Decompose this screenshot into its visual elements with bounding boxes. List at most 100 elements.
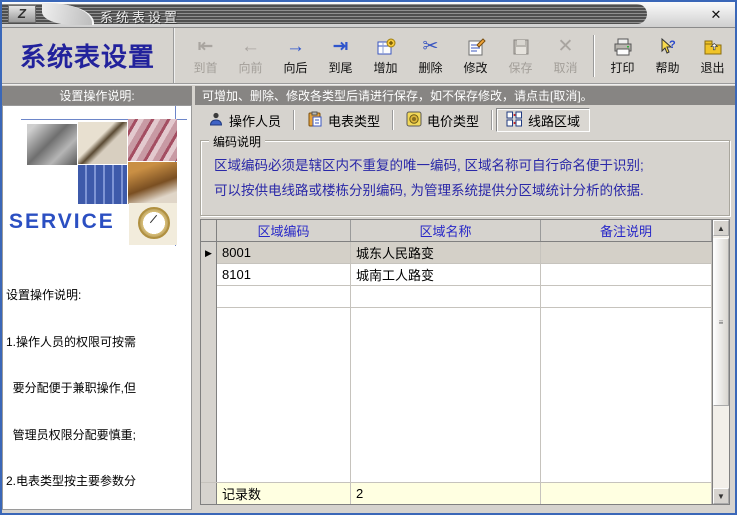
cell-note[interactable]	[541, 242, 712, 264]
toolbar: ⇤ 到首 ← 向前 → 向后 ⇥ 到尾 增加 ✂	[175, 28, 735, 83]
modify-label: 修改	[463, 59, 487, 76]
title-bar: Z 系统表设置 ✕	[2, 2, 735, 28]
column-header-code[interactable]: 区域编码	[217, 220, 351, 241]
scroll-down-icon[interactable]: ▼	[713, 488, 729, 504]
table-row[interactable]: 8101 城南工人路变	[201, 264, 712, 286]
close-icon[interactable]: ✕	[707, 6, 725, 24]
row-selector	[201, 308, 217, 482]
coin-icon	[406, 111, 422, 130]
column-header-name[interactable]: 区域名称	[351, 220, 541, 241]
first-icon: ⇤	[198, 35, 214, 59]
service-collage-image: SERVICE	[3, 106, 191, 254]
exit-label: 退出	[700, 59, 724, 76]
table-footer-row: 记录数 2	[201, 482, 712, 504]
prev-label: 向前	[238, 59, 262, 76]
add-button[interactable]: 增加	[363, 32, 408, 80]
record-count-label: 记录数	[217, 483, 351, 504]
printer-icon	[613, 35, 633, 59]
tab-bar: 操作人员 电表类型 电价类型 线路区域	[195, 106, 735, 134]
next-icon: →	[286, 35, 305, 59]
instruction-line: 设置操作说明:	[6, 288, 190, 304]
footer-selector-cell	[201, 483, 217, 504]
next-label: 向后	[283, 59, 307, 76]
tab-label: 电表类型	[328, 111, 380, 130]
titlebar-stripes	[2, 4, 647, 24]
last-icon: ⇥	[333, 35, 349, 59]
sidebar-header: 设置操作说明:	[2, 86, 192, 105]
table-row[interactable]: ▶ 8001 城东人民路变	[201, 242, 712, 264]
help-button[interactable]: ? 帮助	[645, 32, 690, 80]
delete-button[interactable]: ✂ 删除	[408, 32, 453, 80]
instructions-text: 设置操作说明: 1.操作人员的权限可按需 要分配便于兼职操作,但 管理员权限分配…	[3, 254, 191, 510]
last-button[interactable]: ⇥ 到尾	[318, 32, 363, 80]
svg-text:?: ?	[669, 39, 676, 51]
rulers-photo	[128, 119, 177, 161]
scroll-up-icon[interactable]: ▲	[713, 220, 729, 236]
empty-row	[201, 286, 712, 308]
scrollbar-thumb[interactable]: ≡	[713, 238, 729, 406]
tab-meter-types[interactable]: 电表类型	[298, 108, 389, 132]
row-selector-arrow: ▶	[201, 242, 217, 264]
empty-cell	[541, 308, 712, 482]
scissors-icon: ✂	[423, 35, 439, 59]
row-selector	[201, 286, 217, 308]
help-label: 帮助	[655, 59, 679, 76]
tab-price-types[interactable]: 电价类型	[397, 108, 488, 132]
selector-header-cell	[201, 220, 217, 241]
last-label: 到尾	[328, 59, 352, 76]
save-label: 保存	[508, 59, 532, 76]
tab-separator	[392, 110, 394, 130]
floppy-disk-icon	[511, 35, 531, 59]
print-label: 打印	[610, 59, 634, 76]
instruction-line: 管理员权限分配要慎重;	[6, 428, 190, 444]
instruction-line: 2.电表类型按主要参数分	[6, 474, 190, 490]
column-header-note[interactable]: 备注说明	[541, 220, 712, 241]
print-button[interactable]: 打印	[600, 32, 645, 80]
cell-name[interactable]: 城东人民路变	[351, 242, 541, 264]
person-icon	[208, 111, 224, 130]
modify-button[interactable]: 修改	[453, 32, 498, 80]
delete-label: 删除	[418, 59, 442, 76]
instruction-line: 1.操作人员的权限可按需	[6, 335, 190, 351]
clipboard-icon	[307, 111, 323, 130]
scrollbar-track[interactable]: ≡	[713, 236, 729, 488]
groupbox-legend: 编码说明	[209, 133, 265, 150]
exit-folder-icon	[703, 35, 723, 59]
cell-name[interactable]: 城南工人路变	[351, 264, 541, 286]
tab-line-regions[interactable]: 线路区域	[496, 108, 590, 132]
code-explanation-line: 区域编码必须是辖区内不重复的唯一编码, 区域名称可自行命名便于识别;	[214, 153, 729, 178]
service-text: SERVICE	[9, 210, 115, 234]
code-explanation-line: 可以按供电线路或楼栋分别编码, 为管理系统提供分区域统计分析的依据.	[214, 178, 729, 203]
help-cursor-icon: ?	[658, 35, 678, 59]
exit-button[interactable]: 退出	[690, 32, 735, 80]
tab-operators[interactable]: 操作人员	[199, 108, 290, 132]
vertical-scrollbar[interactable]: ▲ ≡ ▼	[712, 220, 729, 504]
save-button: 保存	[498, 32, 543, 80]
edit-icon	[466, 35, 486, 59]
keyboard-photo	[78, 165, 127, 204]
table-empty-area	[201, 308, 712, 482]
cancel-button: ✕ 取消	[543, 32, 588, 80]
instruction-line: 要分配便于兼职操作,但	[6, 381, 190, 397]
add-label: 增加	[373, 59, 397, 76]
table-body: 区域编码 区域名称 备注说明 ▶ 8001 城东人民路变 8101 城南工人路变	[201, 220, 712, 504]
window-title: 系统表设置	[100, 7, 180, 26]
cell-code[interactable]: 8101	[217, 264, 351, 286]
next-button[interactable]: → 向后	[273, 32, 318, 80]
first-label: 到首	[193, 59, 217, 76]
tab-separator	[293, 110, 295, 130]
empty-cell	[217, 286, 351, 308]
cell-note[interactable]	[541, 264, 712, 286]
watch-face	[138, 207, 170, 239]
toolbar-separator	[593, 35, 595, 77]
empty-cell	[217, 308, 351, 482]
cell-code[interactable]: 8001	[217, 242, 351, 264]
prev-button: ← 向前	[228, 32, 273, 80]
record-count-value: 2	[351, 483, 541, 504]
cancel-x-icon: ✕	[558, 35, 574, 59]
row-selector	[201, 264, 217, 286]
first-button: ⇤ 到首	[183, 32, 228, 80]
footer-empty-cell	[541, 483, 712, 504]
prev-icon: ←	[241, 35, 260, 59]
app-window: Z 系统表设置 ✕ 系统表设置 ⇤ 到首 ← 向前 → 向后 ⇥ 到尾	[0, 0, 737, 515]
